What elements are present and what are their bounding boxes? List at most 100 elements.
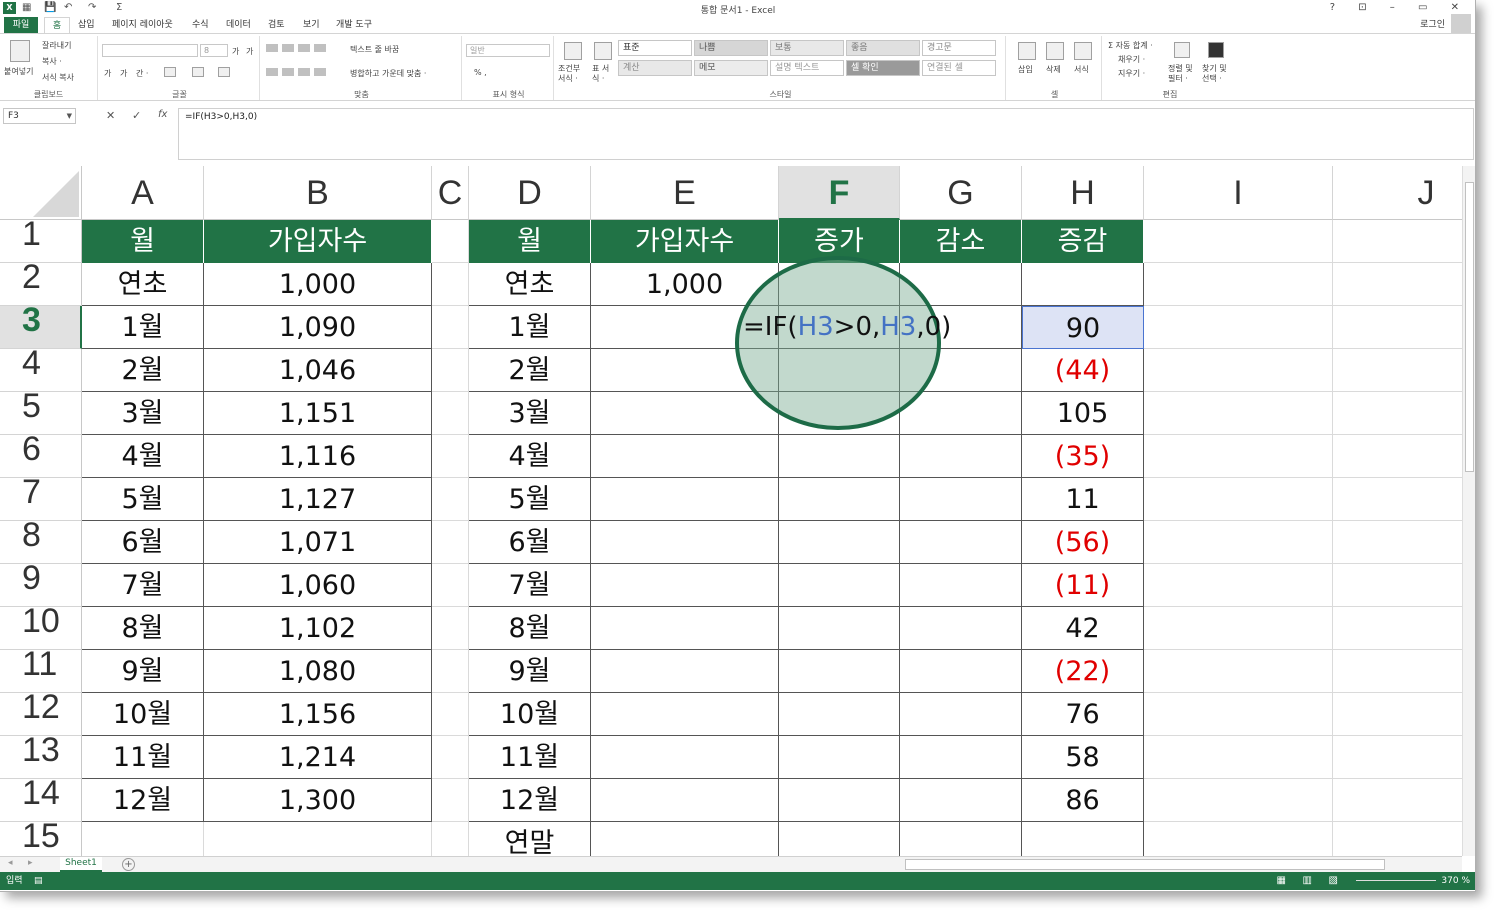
insert-cells-icon[interactable] — [1018, 42, 1036, 60]
percent-button[interactable]: % , — [474, 68, 487, 77]
grid-cell[interactable] — [1333, 779, 1462, 822]
grid-cell[interactable] — [1333, 392, 1462, 435]
zoom-slider[interactable] — [1356, 880, 1436, 881]
tab-formulas[interactable]: 수식 — [192, 17, 209, 33]
table-cell[interactable]: 1,046 — [204, 349, 432, 392]
table-cell[interactable]: 1,127 — [204, 478, 432, 521]
month-cell[interactable]: 4월 — [469, 435, 591, 478]
table-cell[interactable]: 1,060 — [204, 564, 432, 607]
grid-cell[interactable] — [432, 478, 469, 521]
grid-cell[interactable] — [1144, 779, 1333, 822]
increase-cell[interactable] — [779, 478, 900, 521]
zoom-level[interactable]: 370 % — [1441, 872, 1470, 890]
change-cell[interactable]: (56) — [1022, 521, 1144, 564]
grid-cell[interactable] — [432, 822, 469, 856]
tab-review[interactable]: 검토 — [268, 17, 285, 33]
grid-cell[interactable] — [432, 220, 469, 263]
month-cell[interactable]: 10월 — [469, 693, 591, 736]
column-header-h[interactable]: H — [1022, 166, 1144, 220]
table-header-cell[interactable]: 증감 — [1022, 220, 1144, 263]
tab-file[interactable]: 파일 — [4, 17, 38, 33]
paste-button[interactable]: 붙여넣기 — [4, 66, 33, 77]
subscribers-cell[interactable] — [591, 478, 779, 521]
table-cell[interactable]: 연초 — [82, 263, 204, 306]
binoculars-icon[interactable] — [1208, 42, 1224, 58]
subscribers-cell[interactable] — [591, 650, 779, 693]
sort-filter-button[interactable]: 정렬 및 필터 · — [1168, 64, 1198, 84]
table-cell[interactable]: 1,116 — [204, 435, 432, 478]
tab-scroll-left-icon[interactable]: ◂ — [8, 858, 13, 868]
change-cell[interactable]: (11) — [1022, 564, 1144, 607]
row-header-4[interactable]: 4 — [0, 346, 82, 392]
grid-cell[interactable] — [1333, 435, 1462, 478]
subscribers-cell[interactable] — [591, 521, 779, 564]
grid-cell[interactable] — [1333, 306, 1462, 349]
table-cell[interactable]: 1,090 — [204, 306, 432, 349]
grid-cell[interactable] — [1144, 478, 1333, 521]
grid-cell[interactable] — [1144, 392, 1333, 435]
decrease-cell[interactable] — [900, 564, 1022, 607]
insert-function-icon[interactable]: fx — [158, 109, 167, 120]
wrap-text-button[interactable]: 텍스트 줄 바꿈 — [350, 44, 399, 55]
format-painter-button[interactable]: 서식 복사 — [42, 72, 74, 83]
increase-cell[interactable] — [779, 822, 900, 856]
align-left-icon[interactable] — [266, 68, 326, 76]
grid-cell[interactable] — [1333, 564, 1462, 607]
subscribers-cell[interactable] — [591, 779, 779, 822]
table-cell[interactable]: 5월 — [82, 478, 204, 521]
enter-icon[interactable]: ✓ — [132, 109, 141, 122]
cell-style-item[interactable]: 계산 — [618, 60, 692, 76]
grid-cell[interactable] — [432, 607, 469, 650]
sort-filter-icon[interactable] — [1174, 42, 1190, 58]
grid-cell[interactable] — [1144, 693, 1333, 736]
cell-style-item[interactable]: 메모 — [694, 60, 768, 76]
grid-cell[interactable] — [432, 564, 469, 607]
increase-cell[interactable] — [779, 736, 900, 779]
month-cell[interactable]: 2월 — [469, 349, 591, 392]
grid-cell[interactable] — [1333, 349, 1462, 392]
copy-button[interactable]: 복사 · — [42, 56, 62, 67]
grid-cell[interactable] — [82, 822, 204, 856]
table-header-cell[interactable]: 월 — [469, 220, 591, 263]
table-cell[interactable]: 4월 — [82, 435, 204, 478]
month-cell[interactable]: 7월 — [469, 564, 591, 607]
font-size-select[interactable]: 8 — [200, 44, 228, 57]
tab-page-layout[interactable]: 페이지 레이아웃 — [112, 17, 173, 33]
delete-cells-button[interactable]: 삭제 — [1046, 64, 1061, 75]
increase-cell[interactable] — [779, 650, 900, 693]
month-cell[interactable]: 12월 — [469, 779, 591, 822]
decrease-cell[interactable] — [900, 478, 1022, 521]
column-header-d[interactable]: D — [469, 166, 591, 220]
row-header-6[interactable]: 6 — [0, 432, 82, 478]
change-cell[interactable] — [1022, 822, 1144, 856]
page-break-view-icon[interactable]: ▧ — [1329, 872, 1338, 890]
grid-cell[interactable] — [432, 306, 469, 349]
change-cell[interactable]: (22) — [1022, 650, 1144, 693]
formula-input[interactable]: =IF(H3>0,H3,0) — [178, 108, 1474, 160]
cell-style-item[interactable]: 설명 텍스트 — [770, 60, 844, 76]
grid-cell[interactable] — [432, 779, 469, 822]
month-cell[interactable]: 11월 — [469, 736, 591, 779]
decrease-cell[interactable] — [900, 822, 1022, 856]
grid-cell[interactable] — [1333, 478, 1462, 521]
table-cell[interactable]: 1,151 — [204, 392, 432, 435]
chevron-down-icon[interactable]: ▼ — [67, 109, 72, 123]
grid-cell[interactable] — [1333, 693, 1462, 736]
select-all-corner[interactable] — [0, 166, 82, 220]
subscribers-cell[interactable] — [591, 435, 779, 478]
font-name-select[interactable] — [102, 44, 198, 57]
table-format-icon[interactable] — [594, 42, 612, 60]
horizontal-scrollbar[interactable] — [905, 859, 1385, 870]
row-header-5[interactable]: 5 — [0, 389, 82, 435]
font-shrink-button[interactable]: 가 — [246, 46, 253, 57]
merge-center-button[interactable]: 병합하고 가운데 맞춤 · — [350, 68, 426, 79]
grid-cell[interactable] — [432, 263, 469, 306]
cancel-icon[interactable]: ✕ — [106, 109, 115, 122]
row-header-10[interactable]: 10 — [0, 604, 82, 650]
grid-cell[interactable] — [1144, 736, 1333, 779]
normal-view-icon[interactable]: ▦ — [1277, 872, 1286, 890]
increase-cell[interactable] — [779, 564, 900, 607]
table-cell[interactable]: 1,156 — [204, 693, 432, 736]
fill-color-icon[interactable] — [192, 67, 204, 77]
grid-cell[interactable] — [1144, 521, 1333, 564]
